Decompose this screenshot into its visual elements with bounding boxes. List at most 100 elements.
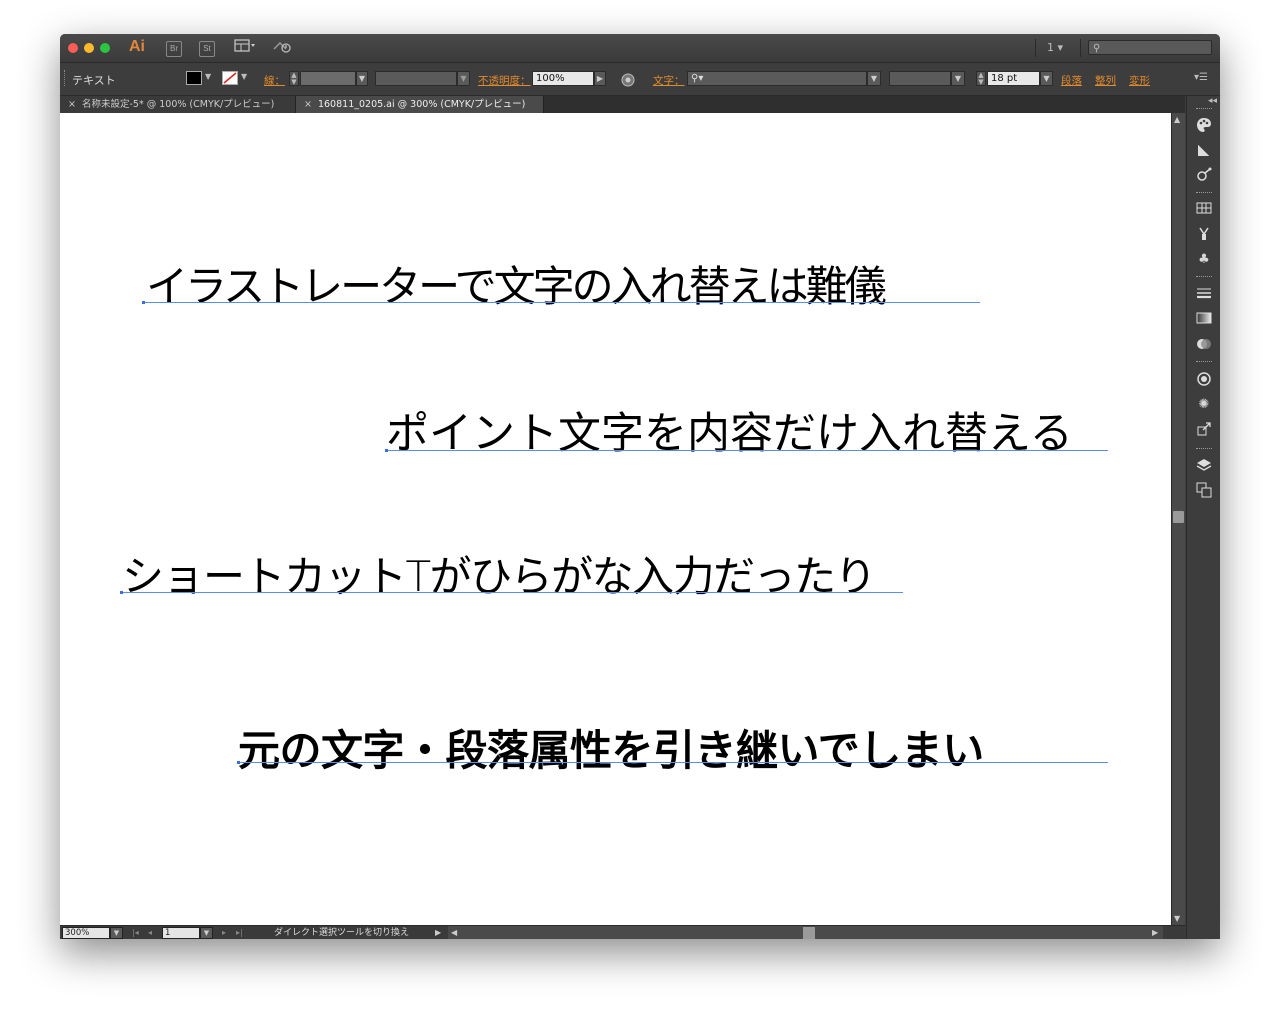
swatches-icon[interactable]: [1195, 201, 1213, 219]
page-indicator[interactable]: 1 ▾: [1047, 41, 1063, 54]
stroke-icon[interactable]: [1195, 286, 1213, 304]
artboard-dropdown[interactable]: ▼: [200, 927, 213, 939]
scroll-up-arrow[interactable]: ▲: [1174, 115, 1180, 124]
dock-grip[interactable]: [1196, 192, 1212, 196]
search-icon: ⚲: [1093, 43, 1101, 54]
scroll-left-arrow[interactable]: ◀: [451, 926, 457, 939]
stroke-weight-dropdown[interactable]: ▼: [356, 71, 368, 86]
close-tab-icon[interactable]: ×: [304, 99, 312, 110]
text-line-2[interactable]: ポイント文字を内容だけ入れ替える: [386, 399, 1073, 461]
tab-label: 160811_0205.ai @ 300% (CMYK/プレビュー): [317, 99, 526, 110]
font-family-field[interactable]: ⚲▾: [687, 71, 867, 86]
status-menu-arrow[interactable]: ▶: [435, 926, 441, 939]
scroll-right-arrow[interactable]: ▶: [1152, 926, 1158, 939]
fill-dropdown-arrow[interactable]: ▼: [205, 72, 211, 81]
panel-dock: ◂◂ ♣ ✺: [1186, 96, 1220, 939]
dock-grip[interactable]: [1196, 276, 1212, 280]
opacity-field[interactable]: 100%: [532, 71, 594, 86]
cc-libraries-icon[interactable]: [1195, 167, 1213, 185]
baseline-3: [121, 592, 903, 593]
bridge-button[interactable]: Br: [166, 41, 182, 57]
baseline-1: [144, 302, 980, 303]
appearance-icon[interactable]: [1195, 371, 1213, 389]
zoom-dropdown[interactable]: ▼: [110, 927, 123, 939]
tool-name-label: テキスト: [72, 74, 116, 87]
baseline-4: [238, 762, 1108, 763]
artboards-icon[interactable]: [1195, 482, 1213, 500]
stock-button[interactable]: St: [199, 41, 215, 57]
tab-label: 名称未設定-5* @ 100% (CMYK/プレビュー): [81, 99, 275, 110]
symbols-icon[interactable]: ♣: [1195, 251, 1213, 269]
previous-artboard-button[interactable]: ◂: [148, 926, 152, 939]
text-line-4[interactable]: 元の文字・段落属性を引き継いでしまい: [238, 717, 984, 778]
anchor-point-1[interactable]: [142, 301, 145, 304]
variable-width-dropdown[interactable]: ▼: [457, 71, 470, 86]
color-guide-icon[interactable]: [1195, 142, 1213, 160]
transparency-icon[interactable]: [1195, 336, 1213, 354]
anchor-point-3[interactable]: [120, 591, 123, 594]
transform-link[interactable]: 変形: [1129, 73, 1150, 88]
stroke-swatch[interactable]: [222, 71, 238, 85]
anchor-point-4[interactable]: [237, 761, 240, 764]
collapse-dock-icon[interactable]: ◂◂: [1208, 96, 1217, 106]
zoom-field[interactable]: 300%: [62, 927, 110, 939]
brushes-icon[interactable]: [1195, 226, 1213, 244]
stroke-weight-field[interactable]: [300, 71, 356, 86]
font-size-dropdown[interactable]: ▼: [1040, 71, 1053, 86]
layers-icon[interactable]: [1195, 457, 1213, 475]
align-link[interactable]: 整列: [1095, 73, 1116, 88]
dock-grip[interactable]: [1196, 108, 1212, 112]
status-text[interactable]: ダイレクト選択ツールを切り換え: [274, 926, 409, 939]
recolor-icon[interactable]: [621, 73, 635, 91]
close-tab-icon[interactable]: ×: [68, 99, 76, 110]
horizontal-scrollbar[interactable]: ◀ ▶: [448, 926, 1163, 939]
stroke-link[interactable]: 線：: [264, 73, 285, 88]
last-artboard-button[interactable]: ▸|: [236, 926, 243, 939]
opacity-arrow-button[interactable]: ▶: [594, 71, 606, 86]
tab-document-2[interactable]: × 160811_0205.ai @ 300% (CMYK/プレビュー): [296, 96, 544, 113]
gradient-icon[interactable]: [1195, 311, 1213, 329]
variable-width-profile[interactable]: [375, 71, 457, 86]
character-link[interactable]: 文字：: [653, 73, 685, 88]
stroke-dropdown-arrow[interactable]: ▼: [241, 72, 247, 81]
tab-document-1[interactable]: × 名称未設定-5* @ 100% (CMYK/プレビュー): [60, 96, 296, 113]
anchor-point-2[interactable]: [385, 449, 388, 452]
font-size-field[interactable]: 18 pt: [987, 71, 1040, 86]
document-tabs: × 名称未設定-5* @ 100% (CMYK/プレビュー) × 160811_02…: [60, 96, 1185, 113]
next-artboard-button[interactable]: ▸: [222, 926, 226, 939]
text-line-1[interactable]: イラストレーターで文字の入れ替えは難儀: [146, 253, 887, 314]
graphic-styles-icon[interactable]: ✺: [1195, 396, 1213, 414]
zoom-window-button[interactable]: [100, 43, 110, 53]
close-window-button[interactable]: [68, 43, 78, 53]
color-panel-icon[interactable]: [1195, 117, 1213, 135]
control-bar-grip[interactable]: [64, 70, 67, 86]
opacity-link[interactable]: 不透明度：: [478, 73, 531, 88]
font-search-icon: ⚲▾: [691, 73, 704, 84]
illustrator-window: Ai Br St 1 ▾ ⚲ テキスト ▼ ▼ 線： ▲ ▼ ▼ ▼ 不透明度： …: [60, 34, 1220, 939]
font-family-dropdown[interactable]: ▼: [867, 71, 881, 86]
vertical-scrollbar[interactable]: ▲ ▼: [1171, 113, 1185, 925]
asset-export-icon[interactable]: [1195, 421, 1213, 439]
dock-grip[interactable]: [1196, 448, 1212, 452]
search-field[interactable]: ⚲: [1088, 40, 1212, 55]
fill-swatch[interactable]: [186, 71, 202, 85]
artboard-number-field[interactable]: 1: [162, 927, 200, 939]
status-bar: 300% ▼ |◂ ◂ 1 ▼ ▸ ▸| ダイレクト選択ツールを切り換え ▶ ◀…: [60, 925, 1185, 939]
arrange-icon[interactable]: [234, 39, 256, 57]
control-bar: テキスト ▼ ▼ 線： ▲ ▼ ▼ ▼ 不透明度： 100% ▶ 文字： ⚲▾ ▼…: [60, 63, 1220, 96]
stroke-weight-stepper[interactable]: ▲ ▼: [289, 71, 299, 86]
font-size-stepper[interactable]: ▲ ▼: [976, 71, 986, 86]
paragraph-link[interactable]: 段落: [1061, 73, 1082, 88]
horizontal-scroll-thumb[interactable]: [803, 927, 815, 939]
panel-menu-icon[interactable]: ▾☰: [1194, 72, 1208, 83]
font-style-dropdown[interactable]: ▼: [951, 71, 965, 86]
gpu-icon[interactable]: [272, 39, 292, 57]
text-line-3[interactable]: ショートカットTがひらがな入力だったり: [122, 543, 877, 604]
artboard-canvas[interactable]: イラストレーターで文字の入れ替えは難儀 ポイント文字を内容だけ入れ替える ショー…: [60, 113, 1171, 925]
vertical-scroll-thumb[interactable]: [1173, 511, 1184, 523]
first-artboard-button[interactable]: |◂: [132, 926, 139, 939]
minimize-window-button[interactable]: [84, 43, 94, 53]
scroll-down-arrow[interactable]: ▼: [1174, 914, 1180, 923]
font-style-field[interactable]: [889, 71, 951, 86]
dock-grip[interactable]: [1196, 361, 1212, 365]
